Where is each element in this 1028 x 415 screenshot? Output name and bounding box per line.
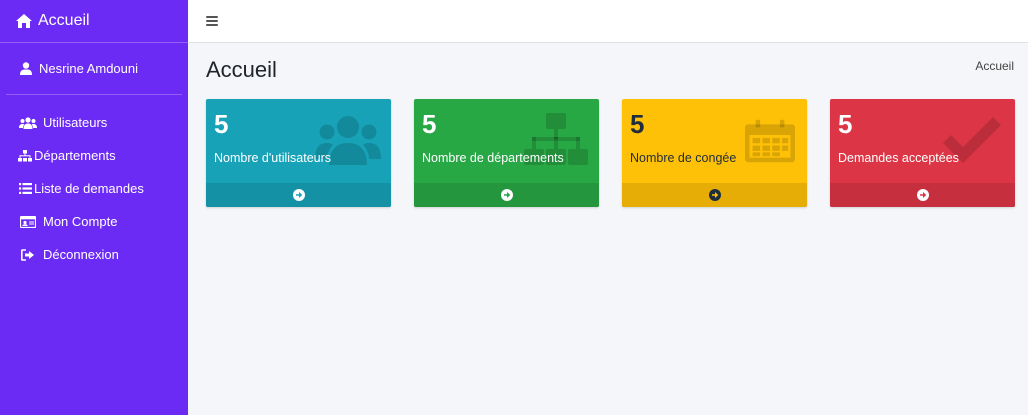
sidebar-item-liste-de-demandes[interactable]: Liste de demandes xyxy=(0,172,188,205)
top-navbar xyxy=(188,0,1028,43)
more-info-button[interactable] xyxy=(206,183,391,207)
card-count: 5 xyxy=(630,109,645,139)
brand-title: Accueil xyxy=(38,12,90,29)
sidebar-item-label: Mon Compte xyxy=(43,214,118,229)
arrow-circle-right-icon xyxy=(916,189,929,201)
user-name: Nesrine Amdouni xyxy=(39,61,138,76)
sidebar-item-label: Utilisateurs xyxy=(43,115,108,130)
card-label: Demandes acceptées xyxy=(838,151,959,165)
departments-count-card: 5 Nombre de départements xyxy=(414,99,599,207)
home-icon xyxy=(15,13,33,29)
card-count: 5 xyxy=(214,109,229,139)
users-icon xyxy=(18,116,38,130)
card-label: Nombre de congée xyxy=(630,151,737,165)
card-label: Nombre d'utilisateurs xyxy=(214,151,332,165)
brand-link[interactable]: Accueil xyxy=(0,0,188,43)
sidebar-item-mon-compte[interactable]: Mon Compte xyxy=(0,205,188,238)
list-icon xyxy=(18,182,32,196)
sign-out-icon xyxy=(18,248,38,262)
arrow-circle-right-icon xyxy=(708,189,721,201)
more-info-button[interactable] xyxy=(414,183,599,207)
id-card-icon xyxy=(18,215,38,229)
sidebar-item-utilisateurs[interactable]: Utilisateurs xyxy=(0,106,188,139)
card-label: Nombre de départements xyxy=(422,151,564,165)
sidebar: Accueil Nesrine Amdouni Utilisateurs Dép… xyxy=(0,0,188,415)
breadcrumb[interactable]: Accueil xyxy=(975,59,1014,73)
accepted-requests-card: 5 Demandes acceptées xyxy=(830,99,1015,207)
sitemap-icon xyxy=(18,149,32,163)
leave-count-card: 5 Nombre de congée xyxy=(622,99,807,207)
sidebar-nav: Utilisateurs Départements Liste de deman… xyxy=(0,95,188,271)
user-panel[interactable]: Nesrine Amdouni xyxy=(6,43,182,95)
user-icon xyxy=(20,62,32,75)
more-info-button[interactable] xyxy=(622,183,807,207)
arrow-circle-right-icon xyxy=(292,189,305,201)
card-count: 5 xyxy=(422,109,437,139)
sidebar-item-label: Départements xyxy=(34,148,116,163)
more-info-button[interactable] xyxy=(830,183,1015,207)
sidebar-item-deconnexion[interactable]: Déconnexion xyxy=(0,238,188,271)
sidebar-item-label: Liste de demandes xyxy=(34,181,144,196)
users-count-card: 5 Nombre d'utilisateurs xyxy=(206,99,391,207)
sidebar-item-label: Déconnexion xyxy=(43,247,119,262)
sidebar-item-departements[interactable]: Départements xyxy=(0,139,188,172)
arrow-circle-right-icon xyxy=(500,189,513,201)
card-count: 5 xyxy=(838,109,853,139)
menu-toggle-icon[interactable] xyxy=(206,16,218,26)
page-title: Accueil xyxy=(206,57,277,82)
